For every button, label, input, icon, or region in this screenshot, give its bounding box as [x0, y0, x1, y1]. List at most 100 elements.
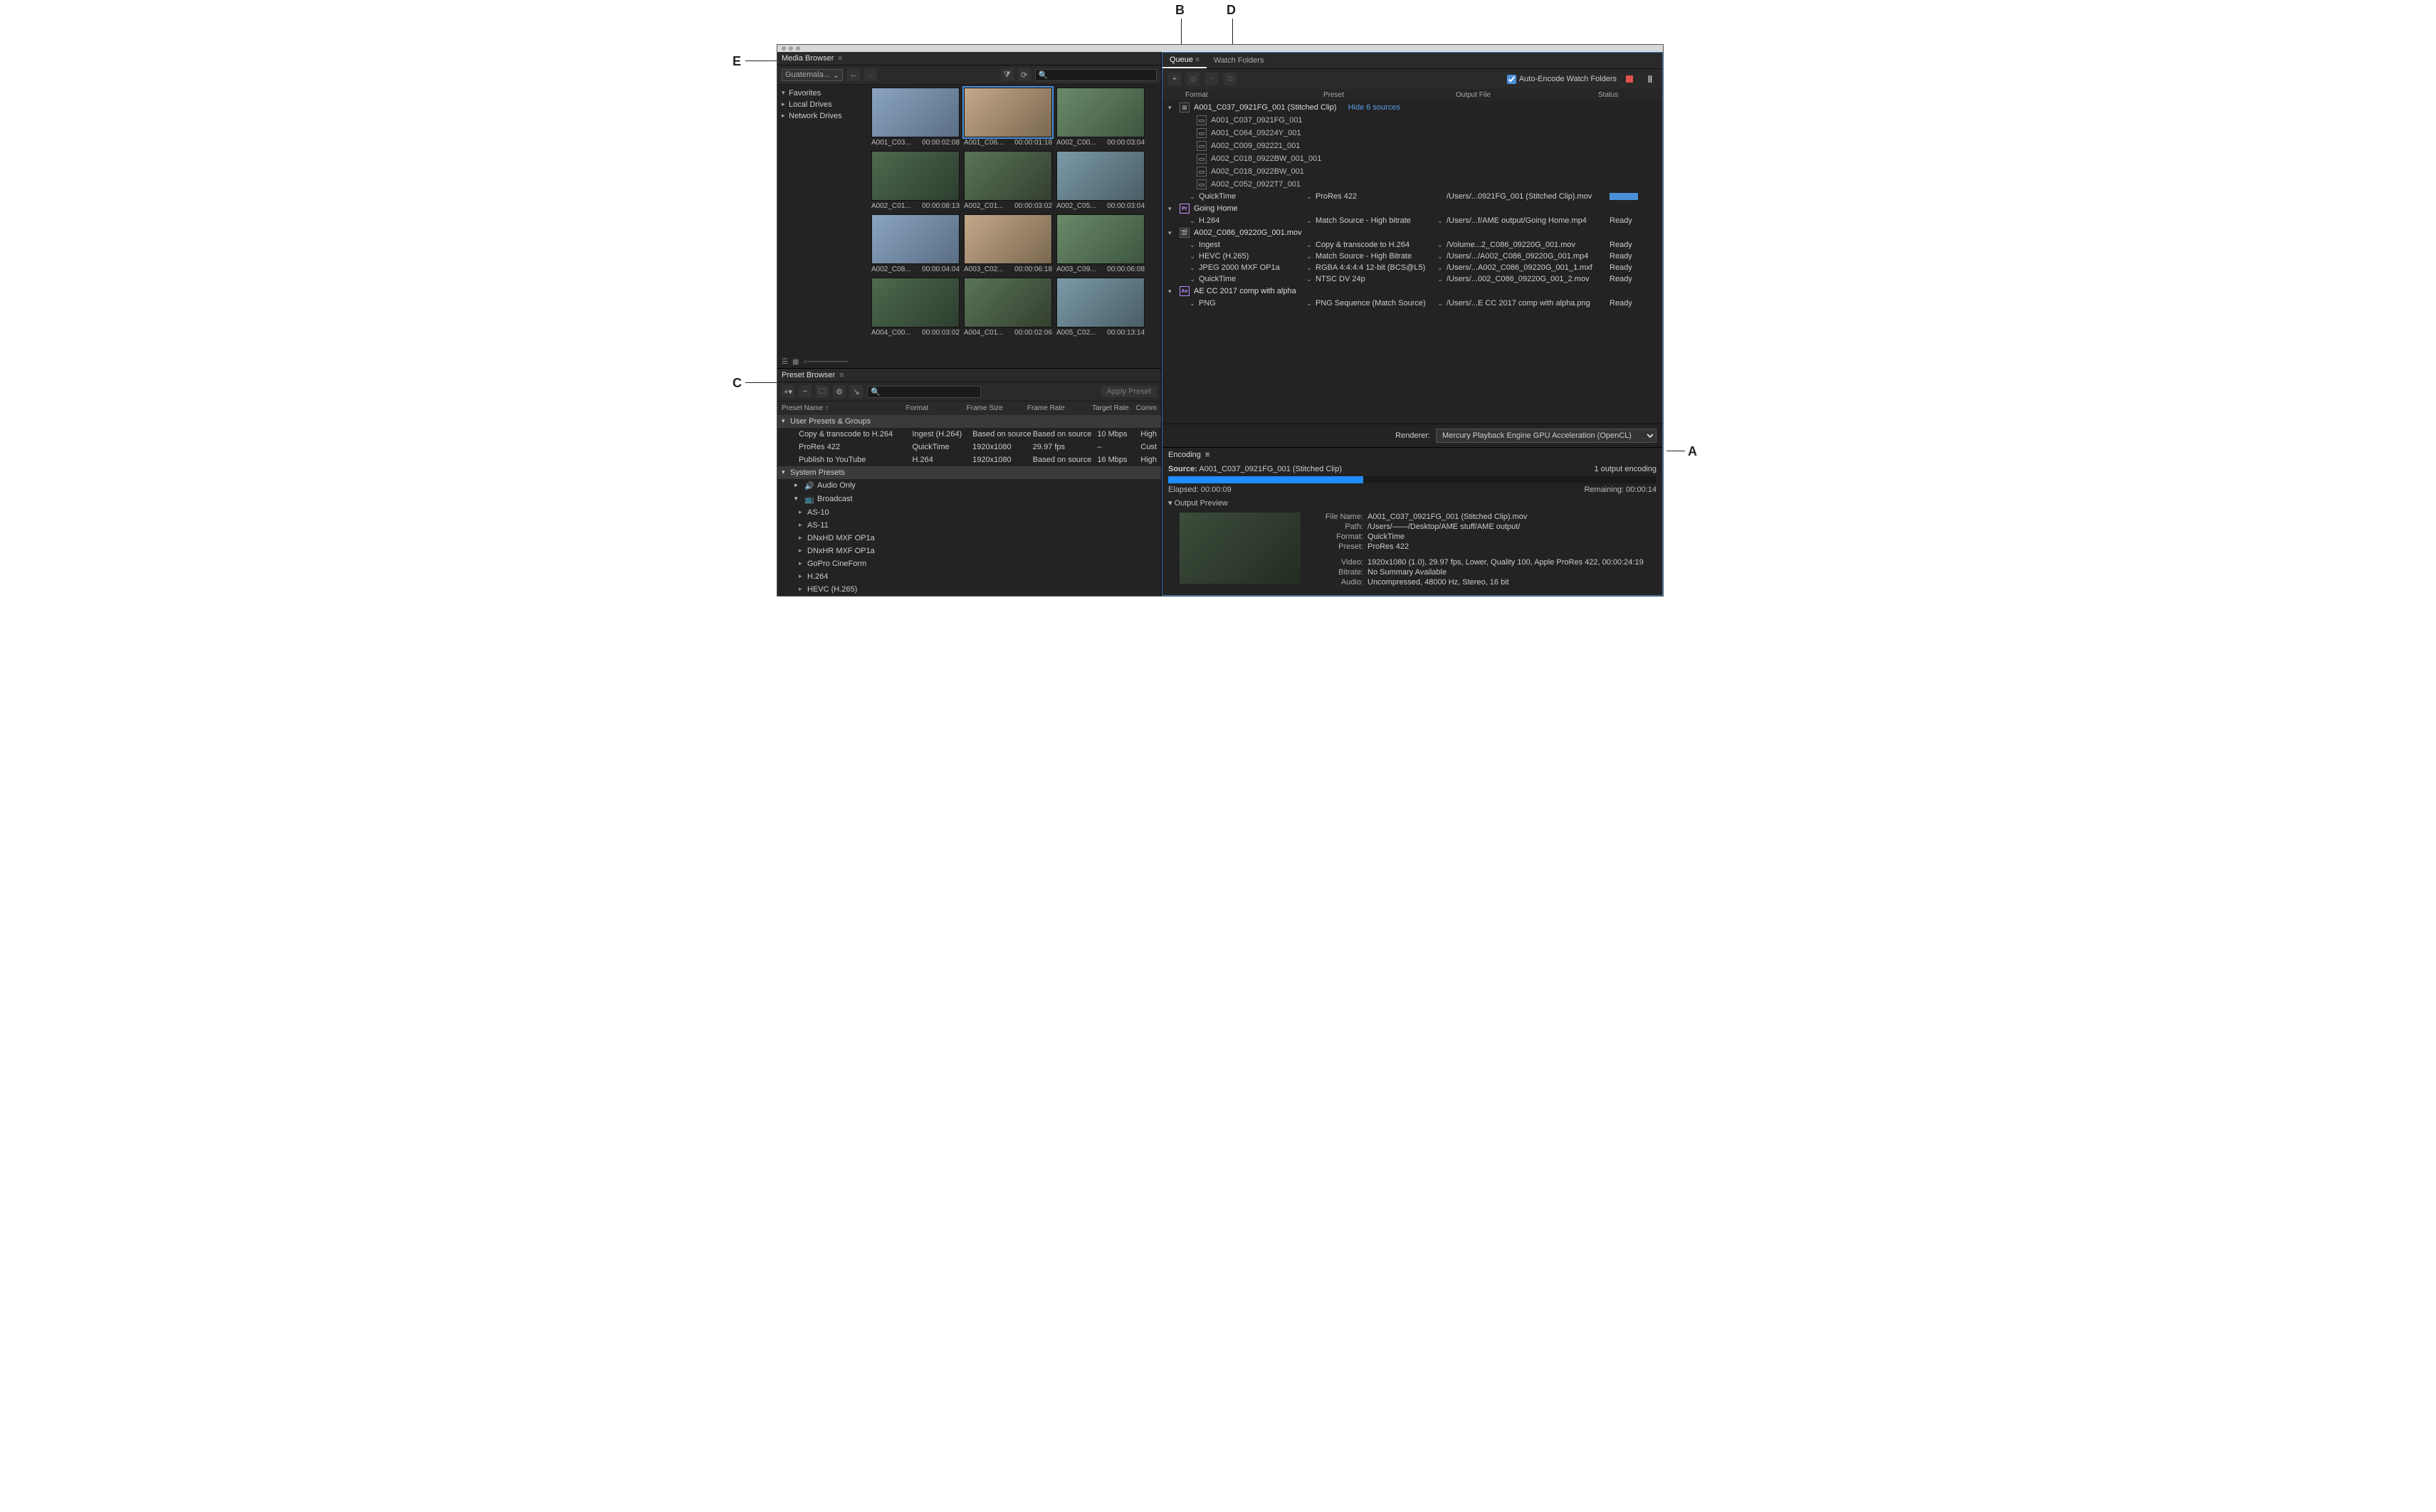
queue-output[interactable]: ⌄QuickTime⌄NTSC DV 24p⌄/Users/...002_C08… — [1162, 273, 1662, 285]
preset-subitem[interactable]: ▸AS-10 — [777, 506, 1161, 519]
preset-row[interactable]: Copy & transcode to H.264Ingest (H.264)B… — [777, 428, 1161, 441]
stop-button[interactable] — [1622, 72, 1637, 86]
auto-encode-checkbox[interactable]: Auto-Encode Watch Folders — [1507, 75, 1617, 84]
zoom-dot[interactable] — [796, 46, 800, 51]
ingest-icon[interactable]: ⟳ — [1018, 68, 1031, 81]
queue-output[interactable]: ⌄H.264⌄Match Source - High bitrate⌄/User… — [1162, 215, 1662, 226]
media-thumb[interactable]: A004_C01...00:00:02:06 — [964, 278, 1052, 337]
chevron-down-icon[interactable]: ⌄ — [1305, 241, 1313, 249]
chevron-down-icon[interactable]: ⌄ — [1436, 300, 1444, 308]
chevron-down-icon[interactable]: ⌄ — [1305, 264, 1313, 272]
new-group-button[interactable]: 🗀 — [816, 385, 829, 398]
media-thumb[interactable]: A002_C05...00:00:03:04 — [1056, 151, 1145, 210]
chevron-down-icon[interactable]: ⌄ — [1305, 300, 1313, 308]
media-thumb[interactable]: A001_C03...00:00:02:08 — [871, 88, 960, 147]
queue-item[interactable]: ▾PrGoing Home — [1162, 202, 1662, 215]
queue-item[interactable]: ▾⊞A001_C037_0921FG_001 (Stitched Clip)Hi… — [1162, 101, 1662, 114]
close-dot[interactable] — [782, 46, 786, 51]
chevron-down-icon[interactable]: ⌄ — [1188, 241, 1197, 249]
media-thumb[interactable]: A005_C02...00:00:13:14 — [1056, 278, 1145, 337]
preset-row[interactable]: ProRes 422QuickTime1920x108029.97 fps–Cu… — [777, 441, 1161, 453]
path-dropdown[interactable]: Guatemala...⌄ — [782, 69, 843, 81]
media-thumb[interactable]: A002_C08...00:00:04:04 — [871, 214, 960, 273]
tree-local-drives[interactable]: ▸Local Drives — [780, 99, 866, 110]
chevron-down-icon[interactable]: ⌄ — [1436, 241, 1444, 249]
duplicate-button[interactable]: ⧉ — [1224, 73, 1237, 85]
queue-source[interactable]: ▭A002_C052_0922T7_001 — [1162, 178, 1662, 191]
queue-source[interactable]: ▭A001_C037_0921FG_001 — [1162, 114, 1662, 127]
output-preview-toggle[interactable]: ▾ Output Preview — [1162, 496, 1662, 510]
preset-search-input[interactable]: 🔍 — [867, 386, 981, 398]
chevron-down-icon[interactable]: ⌄ — [1188, 300, 1197, 308]
back-button[interactable]: ← — [847, 68, 860, 81]
forward-button[interactable]: → — [864, 68, 877, 81]
chevron-down-icon[interactable]: ⌄ — [1188, 264, 1197, 272]
chevron-down-icon[interactable]: ⌄ — [1436, 217, 1444, 225]
remove-preset-button[interactable]: − — [799, 385, 812, 398]
media-thumb[interactable]: A001_C06...00:00:01:18 — [964, 88, 1052, 147]
preset-settings-button[interactable]: ⚙ — [833, 385, 846, 398]
chevron-down-icon[interactable]: ⌄ — [1305, 217, 1313, 225]
panel-menu-icon[interactable]: ≡ — [1195, 56, 1199, 64]
renderer-select[interactable]: Mercury Playback Engine GPU Acceleration… — [1436, 429, 1657, 443]
tab-queue[interactable]: Queue ≡ — [1162, 53, 1207, 68]
chevron-down-icon[interactable]: ⌄ — [1436, 253, 1444, 261]
filter-icon[interactable]: ⧩ — [1001, 68, 1014, 81]
chevron-down-icon[interactable]: ⌄ — [1305, 275, 1313, 283]
media-thumb[interactable]: A004_C00...00:00:03:02 — [871, 278, 960, 337]
chevron-down-icon[interactable]: ⌄ — [1305, 193, 1313, 201]
chevron-down-icon[interactable]: ⌄ — [1188, 275, 1197, 283]
panel-menu-icon[interactable]: ≡ — [838, 55, 842, 63]
chevron-down-icon[interactable]: ⌄ — [1436, 275, 1444, 283]
minimize-dot[interactable] — [789, 46, 793, 51]
preset-group[interactable]: ▾System Presets — [777, 466, 1161, 479]
tree-network-drives[interactable]: ▸Network Drives — [780, 110, 866, 122]
add-preset-button[interactable]: +▾ — [782, 385, 794, 398]
tab-watch-folders[interactable]: Watch Folders — [1207, 53, 1271, 68]
preset-category[interactable]: ▾📺Broadcast — [777, 493, 1161, 506]
apply-preset-button[interactable]: Apply Preset — [1101, 386, 1157, 397]
media-thumb[interactable]: A003_C02...00:00:06:18 — [964, 214, 1052, 273]
pause-button[interactable]: ‖ — [1642, 72, 1657, 86]
preset-category[interactable]: ▸🔊Audio Only — [777, 479, 1161, 493]
thumb-view-icon[interactable]: ▦ — [792, 358, 799, 366]
media-thumb[interactable]: A003_C09...00:00:06:08 — [1056, 214, 1145, 273]
queue-output[interactable]: ⌄PNG⌄PNG Sequence (Match Source)⌄/Users/… — [1162, 298, 1662, 309]
preset-row[interactable]: Publish to YouTubeH.2641920x1080Based on… — [777, 453, 1161, 466]
queue-output[interactable]: ⌄HEVC (H.265)⌄Match Source - High Bitrat… — [1162, 251, 1662, 262]
queue-source[interactable]: ▭A001_C064_09224Y_001 — [1162, 127, 1662, 140]
preset-subitem[interactable]: ▸DNxHR MXF OP1a — [777, 545, 1161, 557]
chevron-down-icon[interactable]: ⌄ — [1188, 193, 1197, 201]
queue-source[interactable]: ▭A002_C018_0922BW_001 — [1162, 165, 1662, 178]
zoom-slider-icon[interactable]: ○──────── — [803, 358, 848, 366]
media-thumb[interactable]: A002_C00...00:00:03:04 — [1056, 88, 1145, 147]
remove-button[interactable]: − — [1205, 73, 1218, 85]
queue-source[interactable]: ▭A002_C009_092221_001 — [1162, 140, 1662, 152]
chevron-down-icon[interactable]: ⌄ — [1305, 253, 1313, 261]
queue-item[interactable]: ▾AeAE CC 2017 comp with alpha — [1162, 285, 1662, 298]
panel-menu-icon[interactable]: ≡ — [1205, 451, 1209, 459]
queue-output[interactable]: ⌄JPEG 2000 MXF OP1a⌄RGBA 4:4:4:4 12-bit … — [1162, 262, 1662, 273]
preset-subitem[interactable]: ▸AS-11 — [777, 519, 1161, 532]
import-preset-button[interactable]: ↘ — [850, 385, 863, 398]
queue-output[interactable]: ⌄Ingest⌄Copy & transcode to H.264⌄/Volum… — [1162, 239, 1662, 251]
chevron-down-icon[interactable]: ⌄ — [1188, 253, 1197, 261]
settings-button[interactable]: ⚙ — [1187, 73, 1199, 85]
media-thumb[interactable]: A002_C01...00:00:03:02 — [964, 151, 1052, 210]
queue-source[interactable]: ▭A002_C018_0922BW_001_001 — [1162, 152, 1662, 165]
chevron-down-icon[interactable]: ⌄ — [1188, 217, 1197, 225]
preset-group[interactable]: ▾User Presets & Groups — [777, 415, 1161, 428]
panel-menu-icon[interactable]: ≡ — [839, 372, 844, 379]
preset-subitem[interactable]: ▸GoPro CineForm — [777, 557, 1161, 570]
add-source-button[interactable]: + — [1168, 73, 1181, 85]
media-thumb[interactable]: A002_C01...00:00:08:13 — [871, 151, 960, 210]
queue-item[interactable]: ▾🎬A002_C086_09220G_001.mov — [1162, 226, 1662, 239]
media-search-input[interactable]: 🔍 — [1035, 69, 1157, 81]
preset-subitem[interactable]: ▸DNxHD MXF OP1a — [777, 532, 1161, 545]
queue-output[interactable]: ⌄QuickTime⌄ProRes 422⌄/Users/...0921FG_0… — [1162, 191, 1662, 202]
chevron-down-icon[interactable]: ⌄ — [1436, 264, 1444, 272]
preset-subitem[interactable]: ▸H.264 — [777, 570, 1161, 583]
preset-subitem[interactable]: ▸HEVC (H.265) — [777, 583, 1161, 596]
tree-favorites[interactable]: ▾Favorites — [780, 88, 866, 99]
list-view-icon[interactable]: ☰ — [782, 358, 788, 366]
